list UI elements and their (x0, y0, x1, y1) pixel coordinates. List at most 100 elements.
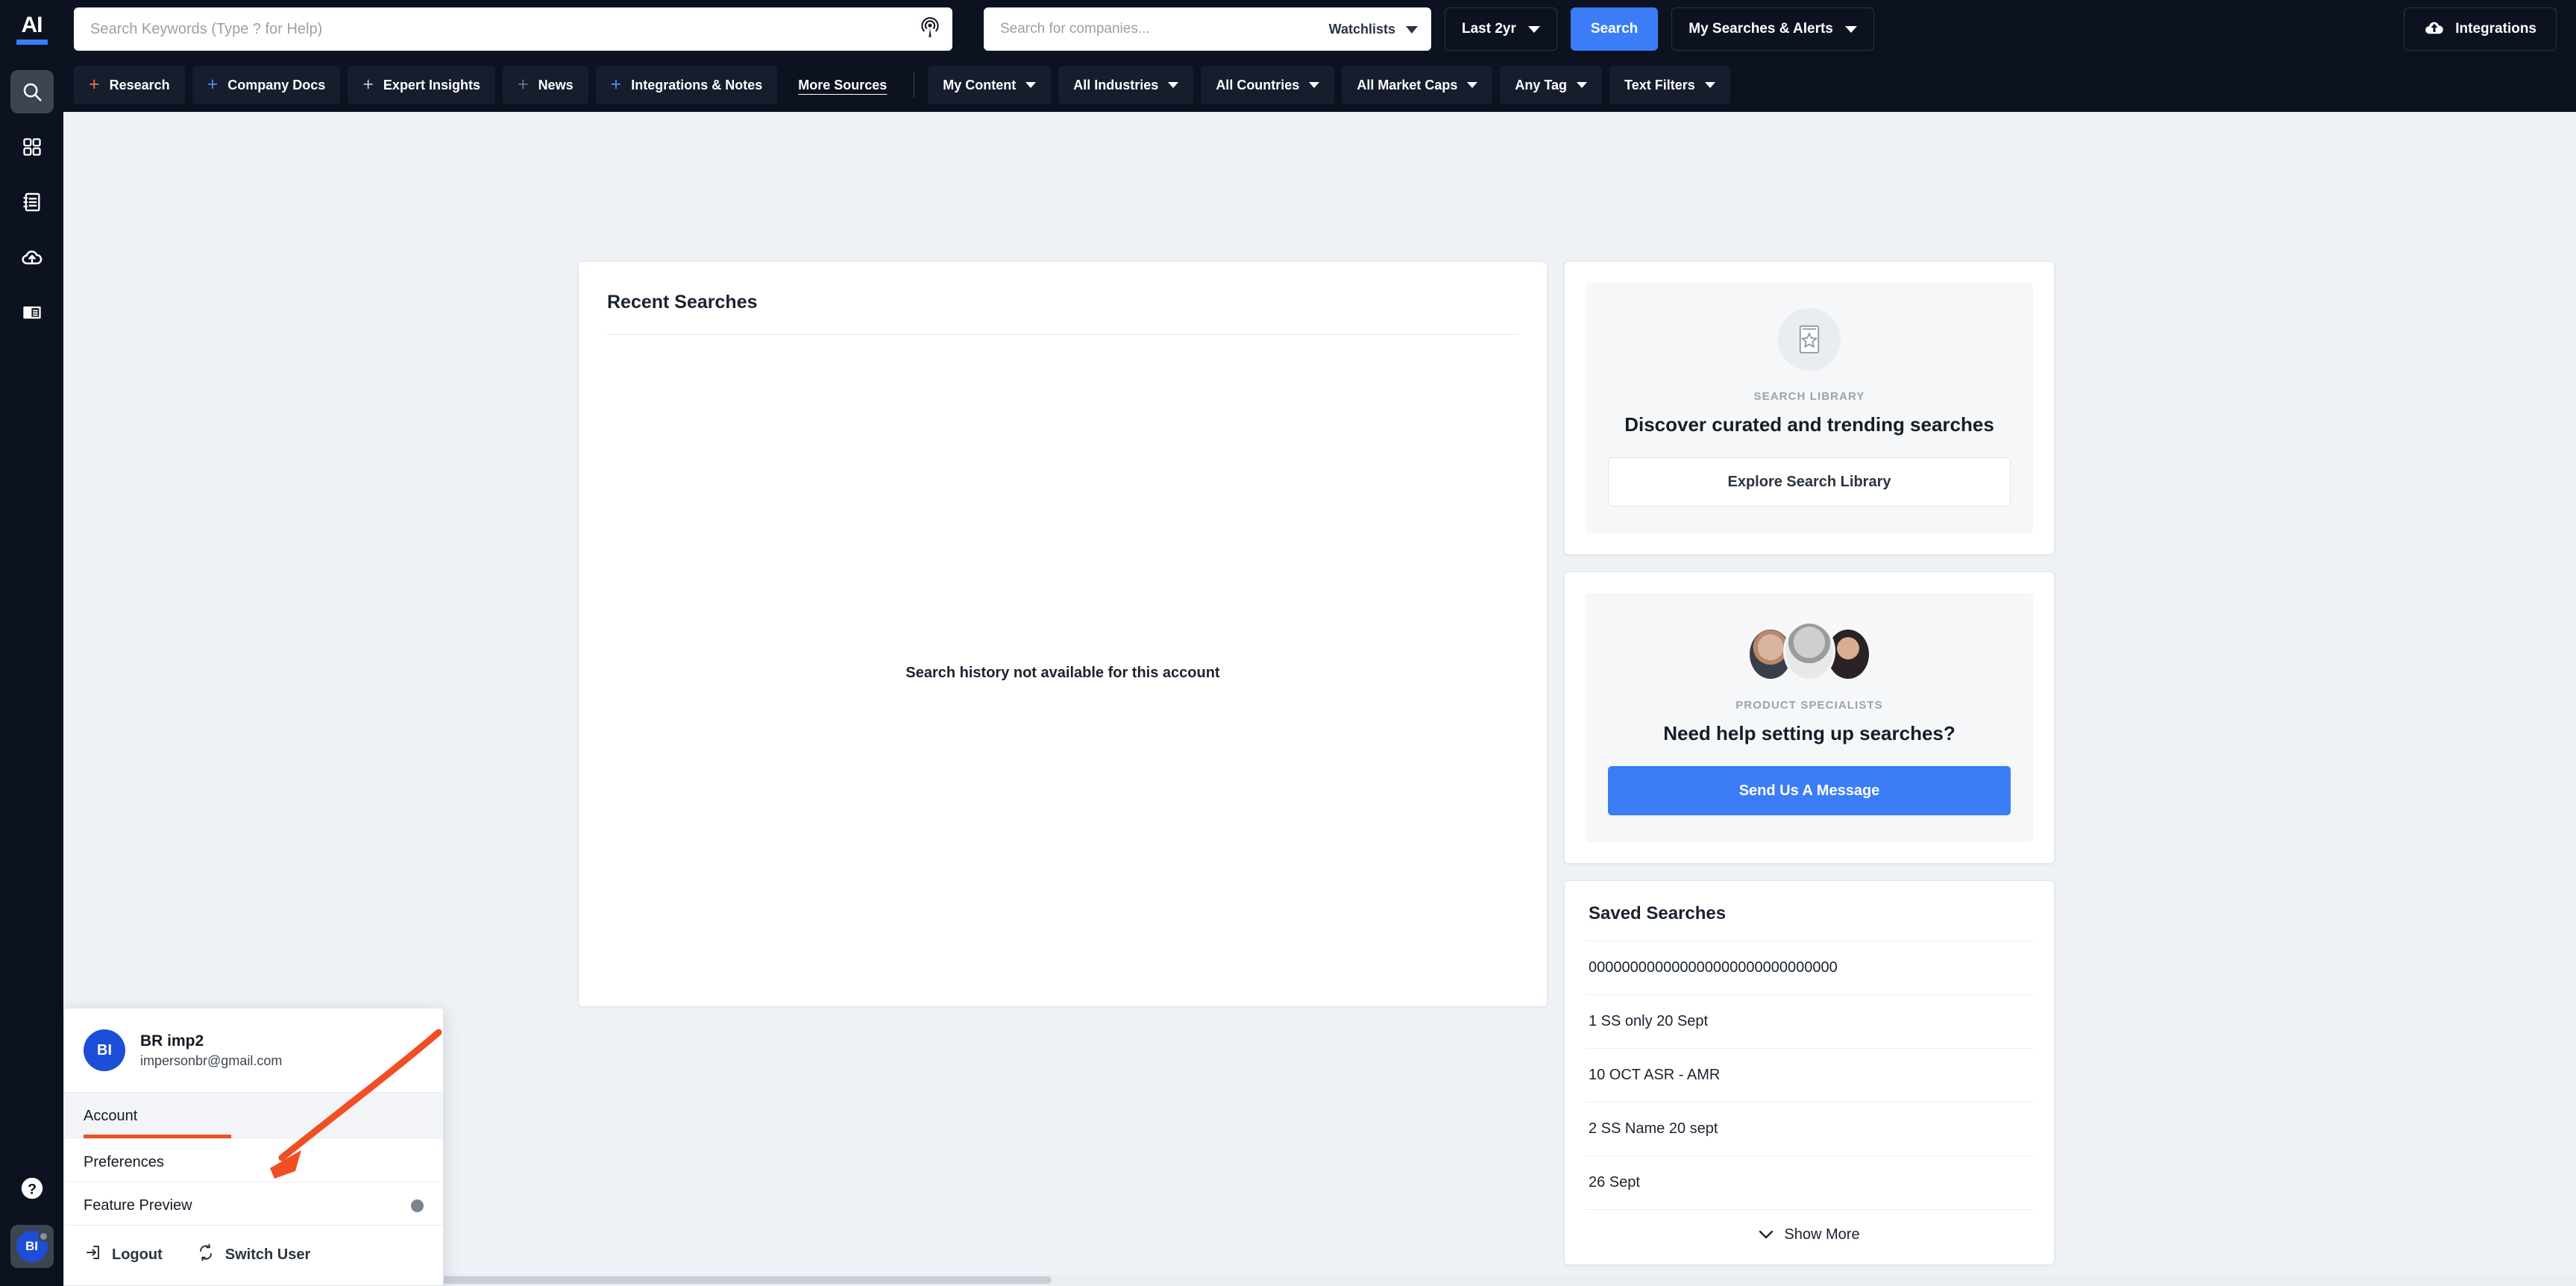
integrations-label: Integrations (2455, 21, 2536, 37)
page-title: Recent Searches (607, 292, 758, 313)
saved-search-item[interactable]: 10 OCT ASR - AMR (1586, 1048, 2033, 1102)
sidebar-item-search[interactable] (10, 70, 54, 113)
explore-search-library-button[interactable]: Explore Search Library (1608, 457, 2011, 506)
plus-icon: + (362, 74, 374, 95)
filter-source-label: News (538, 77, 574, 92)
sidebar-item-uploads[interactable] (10, 236, 54, 279)
send-us-a-message-button[interactable]: Send Us A Message (1608, 766, 2011, 815)
avatar: BI (84, 1029, 125, 1071)
saved-search-item[interactable]: 2 SS Name 20 sept (1586, 1102, 2033, 1155)
filter-text-filters[interactable]: Text Filters (1609, 66, 1730, 104)
chevron-down-icon (1168, 82, 1179, 88)
filter-source-label: Expert Insights (383, 77, 480, 92)
logout-label: Logout (112, 1246, 163, 1263)
account-name: BR imp2 (140, 1032, 204, 1050)
question-mark-icon: ? (19, 1176, 45, 1205)
filter-label: Text Filters (1624, 77, 1695, 92)
feature-preview-toggle-dot[interactable] (411, 1199, 424, 1212)
plus-icon: + (610, 74, 622, 95)
book-star-icon (1778, 308, 1841, 371)
sidebar-item-notebook[interactable] (10, 181, 54, 224)
account-email: impersonbr@gmail.com (140, 1053, 283, 1068)
card-headline: Need help setting up searches? (1663, 722, 1955, 744)
menu-item-account[interactable]: Account (64, 1092, 443, 1138)
filter-label: Any Tag (1515, 77, 1568, 92)
switch-user-button[interactable]: Switch User (197, 1243, 310, 1266)
filter-all-industries[interactable]: All Industries (1058, 66, 1194, 104)
chevron-down-icon (1025, 82, 1037, 88)
switch-user-icon (197, 1243, 215, 1266)
watchlists-label: Watchlists (1328, 21, 1395, 37)
menu-item-feature-preview[interactable]: Feature Preview (64, 1182, 443, 1225)
card-title: Saved Searches (1589, 903, 1727, 923)
grid-icon (22, 137, 43, 157)
company-search-placeholder: Search for companies... (1000, 21, 1150, 37)
account-menu-popup: BI BR imp2 impersonbr@gmail.com Account … (63, 1008, 444, 1286)
menu-item-preferences[interactable]: Preferences (64, 1138, 443, 1182)
sidebar-item-dashboard[interactable] (10, 125, 54, 169)
saved-search-item[interactable]: 000000000000000000000000000000 (1586, 941, 2033, 994)
date-range-label: Last 2yr (1462, 21, 1516, 37)
switch-user-label: Switch User (224, 1246, 311, 1263)
filter-source-expert-insights[interactable]: + Expert Insights (348, 66, 495, 104)
header-right-group: Integrations (2404, 7, 2557, 51)
chevron-down-icon (1309, 82, 1320, 88)
filter-all-market-caps[interactable]: All Market Caps (1342, 66, 1493, 104)
keyword-search-input[interactable]: Search Keywords (Type ? for Help) (74, 7, 952, 51)
filter-source-company-docs[interactable]: + Company Docs (192, 66, 341, 104)
my-searches-label: My Searches & Alerts (1688, 21, 1833, 37)
logo-underline-bar (16, 39, 48, 45)
horizontal-scrollbar[interactable] (127, 1274, 2576, 1286)
plus-icon: + (89, 74, 100, 95)
saved-search-item[interactable]: 26 Sept (1586, 1155, 2033, 1209)
filter-source-integrations-notes[interactable]: + Integrations & Notes (595, 66, 778, 104)
filter-source-label: Research (109, 77, 170, 92)
account-menu-footer: Logout Switch User (64, 1225, 443, 1285)
filter-label: My Content (943, 77, 1017, 92)
chevron-down-icon (1406, 22, 1418, 37)
chevron-down-icon (1704, 82, 1715, 88)
filter-all-countries[interactable]: All Countries (1201, 66, 1335, 104)
logout-button[interactable]: Logout (84, 1243, 163, 1266)
recent-searches-panel: Recent Searches Search history not avail… (578, 261, 1548, 1007)
search-icon (21, 81, 43, 103)
filter-label: All Industries (1073, 77, 1159, 92)
product-specialists-card: PRODUCT SPECIALISTS Need help setting up… (1564, 571, 2055, 864)
notebook-icon (22, 192, 43, 213)
filter-source-label: Integrations & Notes (631, 77, 763, 92)
sidebar-item-reader[interactable] (10, 291, 54, 334)
divider (607, 334, 1518, 335)
saved-search-item[interactable]: 1 SS only 20 Sept (1586, 994, 2033, 1048)
plus-icon: + (517, 74, 529, 95)
filter-any-tag[interactable]: Any Tag (1500, 66, 1603, 104)
cloud-upload-icon (21, 246, 43, 269)
cloud-upload-icon (2424, 19, 2445, 40)
my-searches-and-alerts-dropdown[interactable]: My Searches & Alerts (1671, 7, 1874, 51)
top-header: Search Keywords (Type ? for Help) Search… (63, 0, 2576, 58)
watchlists-dropdown[interactable]: Watchlists (1329, 22, 1418, 37)
help-button[interactable]: ? (10, 1168, 54, 1211)
more-sources-link[interactable]: More Sources (788, 78, 897, 93)
card-eyebrow: SEARCH LIBRARY (1753, 390, 1865, 403)
rail-user-avatar-button[interactable]: BI (10, 1225, 54, 1268)
chevron-down-icon (1577, 82, 1588, 88)
filter-my-content[interactable]: My Content (928, 66, 1052, 104)
radar-icon[interactable] (920, 16, 940, 43)
filter-source-research[interactable]: + Research (74, 66, 185, 104)
integrations-button[interactable]: Integrations (2404, 7, 2557, 51)
filter-source-label: Company Docs (227, 77, 326, 92)
keyword-search-placeholder: Search Keywords (Type ? for Help) (90, 20, 323, 37)
logo-text: AI (21, 12, 43, 37)
menu-item-label: Feature Preview (84, 1197, 192, 1214)
company-search-input[interactable]: Search for companies... Watchlists (984, 7, 1431, 51)
filter-source-news[interactable]: + News (502, 66, 588, 104)
status-dot (37, 1231, 49, 1242)
chevron-down-icon (1527, 25, 1540, 33)
svg-text:?: ? (27, 1181, 36, 1197)
app-logo[interactable]: AI (0, 0, 63, 58)
filter-label: All Countries (1216, 77, 1300, 92)
date-range-dropdown[interactable]: Last 2yr (1445, 7, 1557, 51)
search-library-card: SEARCH LIBRARY Discover curated and tren… (1564, 261, 2055, 555)
search-button[interactable]: Search (1570, 7, 1659, 51)
show-more-button[interactable]: Show More (1586, 1209, 2033, 1248)
